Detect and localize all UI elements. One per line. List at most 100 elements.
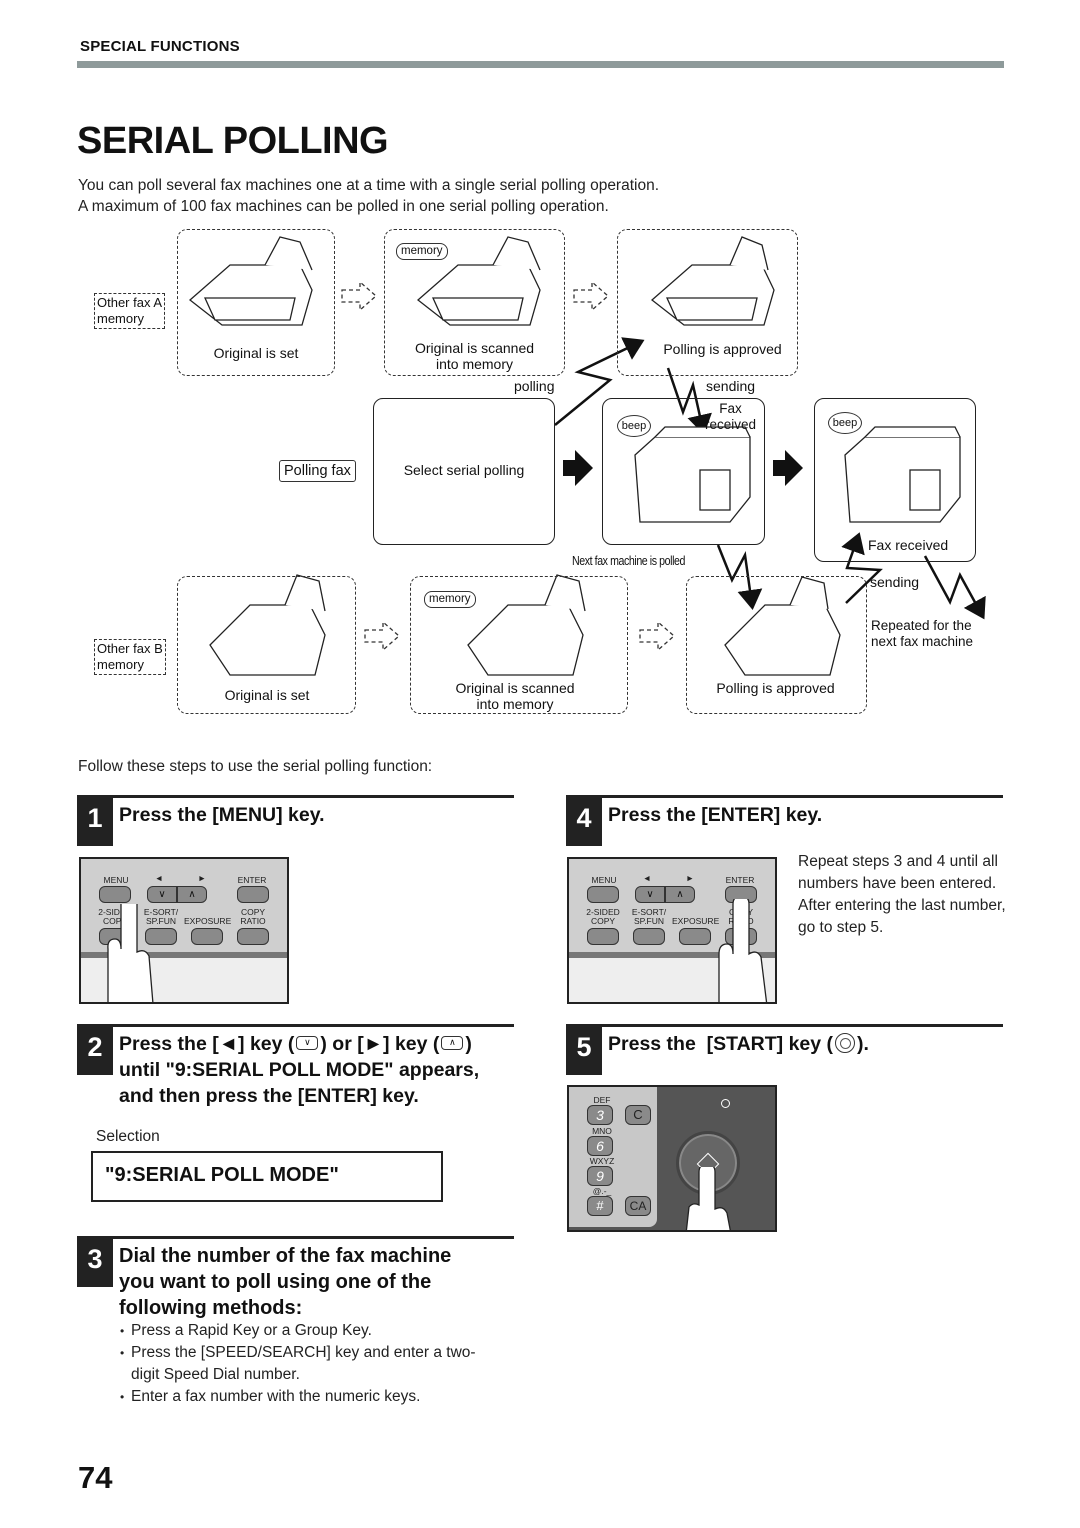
fax-b-label: Other fax B	[97, 641, 163, 656]
fax-a-label: Other fax A	[97, 295, 163, 310]
mno-label: MNO	[592, 1126, 612, 1136]
scanned-line: into memory	[435, 356, 514, 372]
step-title: Press the [◄] key (∨) or [►] key (∧) unt…	[119, 1031, 479, 1109]
fax-received-top-label: Fax received	[705, 401, 756, 433]
start-keypad-panel: DEF 3 MNO 6 WXYZ 9 @.-_ # C CA	[567, 1085, 777, 1232]
repeated-line: Repeated for the	[871, 618, 972, 633]
clear-key[interactable]: C	[625, 1105, 651, 1125]
title-text: Press the [	[119, 1033, 219, 1055]
copy-ratio-label: COPYRATIO	[233, 908, 273, 926]
page-number: 74	[78, 1460, 113, 1495]
polling-approved-label: Polling is approved	[716, 680, 835, 696]
step-number: 4	[566, 798, 602, 846]
method-list: Press a Rapid Key or a Group Key. Press …	[120, 1320, 512, 1408]
memory-label: memory	[97, 311, 144, 326]
exposure-key[interactable]	[191, 928, 223, 945]
list-item: Press a Rapid Key or a Group Key.	[120, 1320, 512, 1342]
memory-pill: memory	[396, 243, 448, 260]
step-number: 1	[77, 798, 113, 846]
step-1: 1 Press the [MENU] key.	[77, 795, 514, 846]
left-key-label: ◄	[154, 873, 164, 883]
right-key-label: ►	[197, 873, 207, 883]
polling-label: polling	[514, 378, 555, 394]
title-text: ).	[857, 1033, 869, 1055]
step-title-line: Dial the number of the fax machine	[119, 1245, 452, 1267]
step-number: 2	[77, 1027, 113, 1075]
left-arrow-icon: ◄	[218, 1033, 239, 1055]
title-text: ] key (	[383, 1033, 440, 1055]
down-key[interactable]: ∨	[635, 886, 665, 903]
up-key[interactable]: ∧	[665, 886, 695, 903]
esort-label: E-SORT/SP.FUN	[629, 908, 669, 926]
fax-received-line: received	[705, 417, 757, 432]
fax-a-memory-label: Other fax A memory	[94, 293, 166, 329]
fax-b-memory-label: Other fax B memory	[94, 639, 166, 675]
step-3: 3 Dial the number of the fax machine you…	[77, 1236, 514, 1319]
selection-label: Selection	[96, 1128, 160, 1145]
control-panel-enter: MENU ◄ ► ENTER ∨ ∧ 2-SIDED COPY E-SORT/SP…	[567, 857, 777, 1004]
scanned-line: Original is scanned	[414, 340, 535, 356]
menu-key[interactable]	[587, 886, 619, 903]
step-title: Dial the number of the fax machine you w…	[119, 1243, 451, 1321]
repeated-label: Repeated for the next fax machine	[871, 618, 973, 650]
step-4: 4 Press the [ENTER] key.	[566, 795, 1003, 846]
select-serial-polling-label: Select serial polling	[403, 462, 525, 478]
scanned-line: Original is scanned	[455, 680, 575, 696]
step-title: Press the [START] key ().	[608, 1031, 869, 1057]
two-sided-key[interactable]	[587, 928, 619, 945]
follow-text: Follow these steps to use the serial pol…	[78, 758, 433, 775]
exposure-key[interactable]	[679, 928, 711, 945]
down-key-icon: ∨	[296, 1035, 319, 1050]
polling-approved-label: Polling is approved	[663, 341, 782, 357]
title-text: )	[465, 1033, 472, 1055]
list-item: Press the [SPEED/SEARCH] key and enter a…	[120, 1342, 502, 1386]
step-title-line: and then press the [ENTER] key.	[119, 1085, 419, 1107]
clear-all-key[interactable]: CA	[625, 1196, 651, 1216]
beep-bubble: beep	[617, 415, 651, 437]
title-text: ) or [	[320, 1033, 364, 1055]
serial-polling-diagram: Other fax A memory Original is set memor…	[0, 0, 1080, 730]
def-label: DEF	[593, 1095, 611, 1105]
key-3[interactable]: 3	[587, 1105, 613, 1125]
step-number: 5	[566, 1027, 602, 1075]
down-key[interactable]: ∨	[147, 886, 177, 903]
polling-fax-key: Polling fax	[279, 460, 356, 482]
title-text: Press the [START] key (	[608, 1033, 834, 1055]
step-title-line: Press the [◄] key (∨) or [►] key (∧)	[119, 1031, 479, 1057]
exposure-label: EXPOSURE	[184, 916, 232, 926]
step-title-line: until "9:SERIAL POLL MODE" appears,	[119, 1059, 480, 1081]
label-line: RATIO	[240, 916, 266, 926]
enter-key[interactable]	[237, 886, 269, 903]
title-text: ] key (	[238, 1033, 295, 1055]
memory-pill: memory	[424, 591, 476, 608]
enter-key-label: ENTER	[725, 875, 755, 885]
finger-icon	[107, 904, 154, 1002]
step-title: Press the [ENTER] key.	[608, 804, 823, 826]
finger-icon	[685, 1167, 731, 1230]
menu-key-label: MENU	[591, 875, 617, 885]
step-5: 5 Press the [START] key ().	[566, 1024, 1003, 1075]
key-9[interactable]: 9	[587, 1166, 613, 1186]
key-6[interactable]: 6	[587, 1136, 613, 1156]
up-key[interactable]: ∧	[177, 886, 207, 903]
flow-arrow-icon	[563, 450, 593, 486]
esort-key[interactable]	[633, 928, 665, 945]
step-4-note: Repeat steps 3 and 4 until all numbers h…	[798, 853, 1006, 936]
scanned-label: Original is scanned into memory	[410, 680, 620, 712]
memory-label: memory	[97, 657, 144, 672]
sending-label: sending	[706, 378, 756, 394]
two-sided-label: 2-SIDED COPY	[583, 908, 623, 926]
left-key-label: ◄	[642, 873, 652, 883]
label-line: COPY	[590, 916, 616, 926]
up-key-icon: ∧	[441, 1035, 464, 1050]
key-hash[interactable]: #	[587, 1196, 613, 1216]
next-polled-label: Next fax machine is polled	[572, 554, 685, 568]
fax-received-line: Fax	[719, 401, 742, 416]
wxyz-label: WXYZ	[589, 1156, 615, 1166]
label-line: SP.FUN	[633, 916, 665, 926]
list-item: Enter a fax number with the numeric keys…	[120, 1386, 512, 1408]
scanned-line: into memory	[476, 696, 554, 712]
step-title-line: following methods:	[119, 1297, 303, 1319]
copy-ratio-key[interactable]	[237, 928, 269, 945]
menu-key[interactable]	[99, 886, 131, 903]
